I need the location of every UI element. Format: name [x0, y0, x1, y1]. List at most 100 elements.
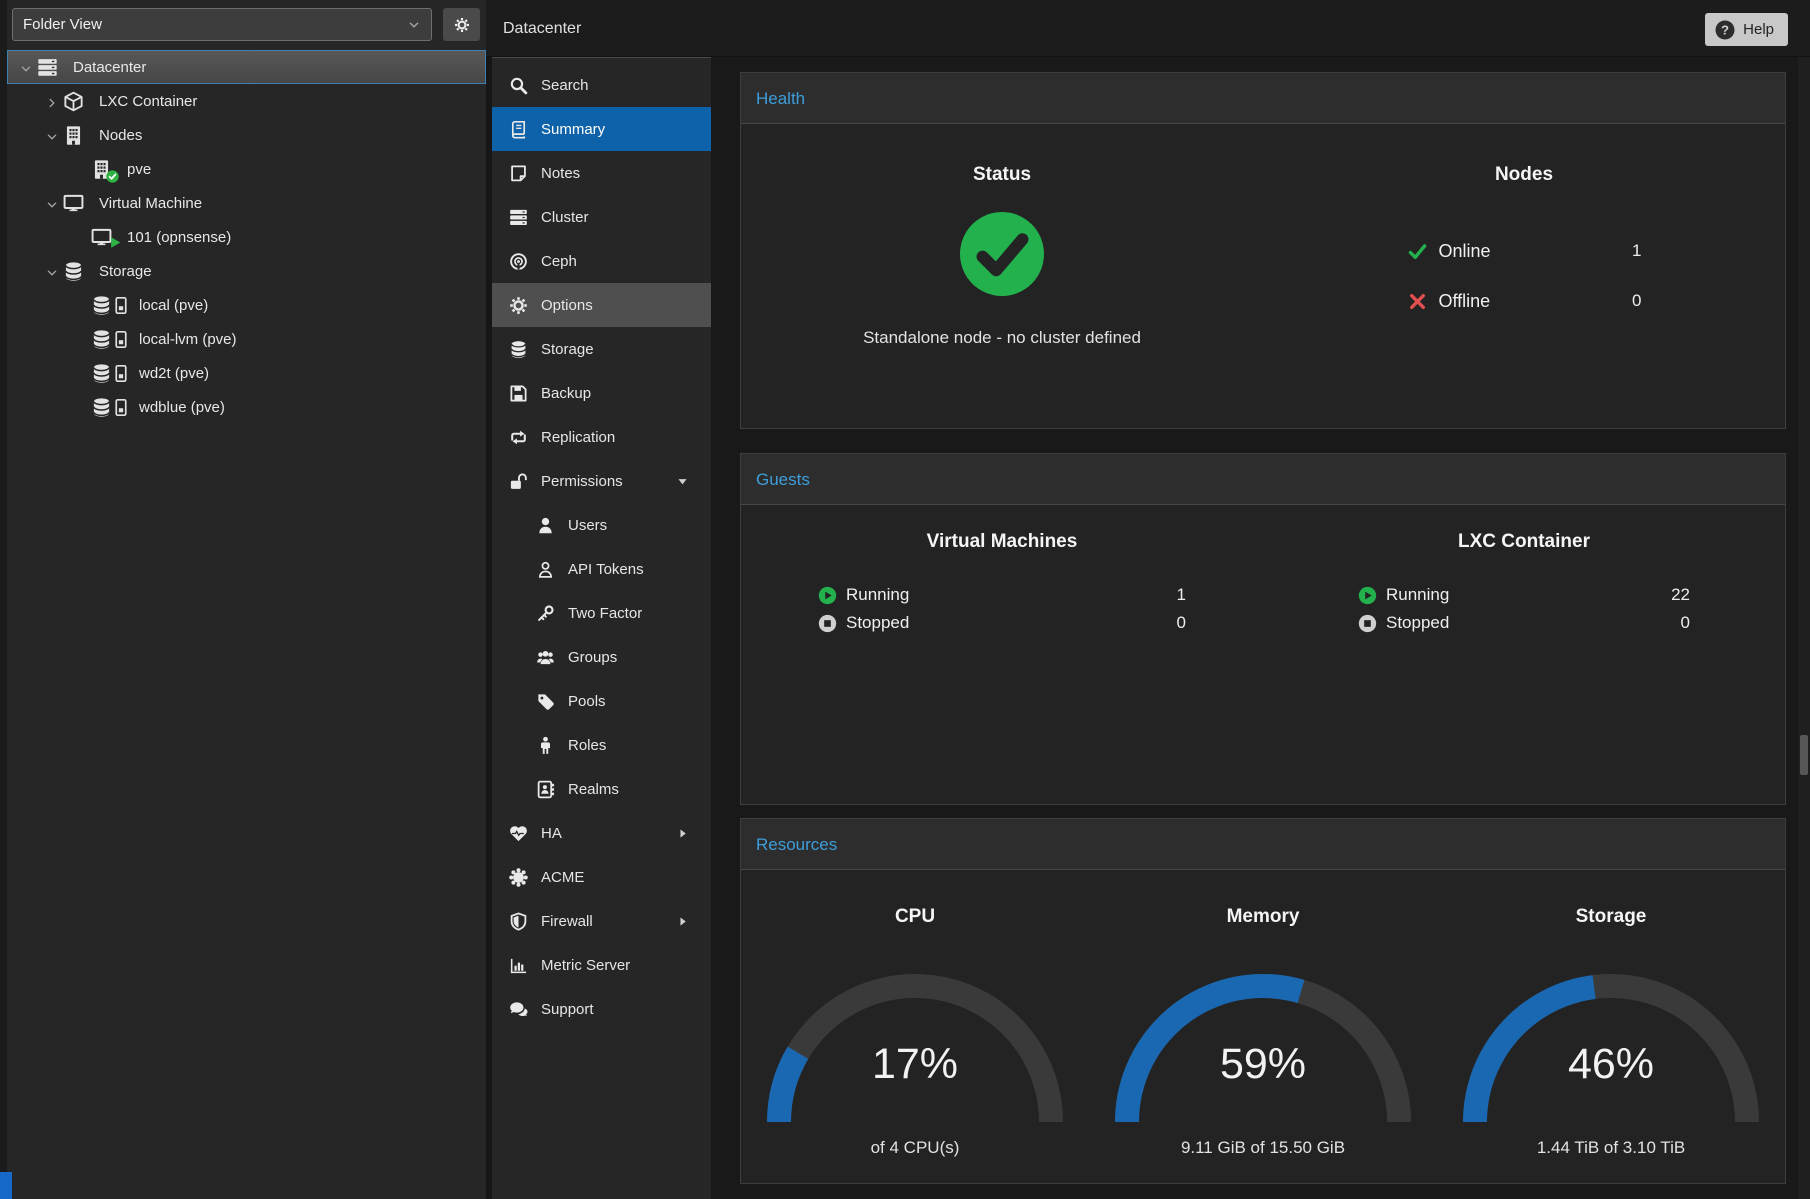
vm-heading: Virtual Machines: [741, 531, 1263, 553]
storage-gauge-column: Storage 46% 1.44 TiB of 3.10 TiB: [1437, 870, 1785, 1183]
retweet-icon: [509, 428, 528, 447]
comments-icon: [509, 1000, 528, 1019]
unlock-icon: [509, 472, 528, 491]
vm-stopped-row: Stopped 0: [818, 609, 1186, 637]
proxmox-app: Folder View Datacenter LXC Container Nod…: [0, 0, 1810, 1199]
nav-item-options[interactable]: Options: [492, 283, 711, 327]
tree-item-datacenter[interactable]: Datacenter: [7, 50, 486, 84]
nav-item-support[interactable]: Support: [492, 987, 711, 1031]
memory-gauge: 59%: [1113, 972, 1413, 1122]
tree-item-label: local-lvm (pve): [139, 331, 237, 348]
vertical-scrollbar[interactable]: [1798, 57, 1810, 1199]
tree-item-storage-wd2t[interactable]: wd2t (pve): [7, 356, 486, 390]
nav-item-search[interactable]: Search: [492, 63, 711, 107]
tree-item-label: Virtual Machine: [99, 195, 202, 212]
nav-item-replication[interactable]: Replication: [492, 415, 711, 459]
triangle-right-icon: [676, 915, 689, 928]
nav-item-groups[interactable]: Groups: [492, 635, 711, 679]
building-icon: [63, 125, 87, 146]
database-icon: [63, 261, 87, 282]
help-button[interactable]: Help: [1705, 13, 1788, 46]
certificate-icon: [509, 868, 528, 887]
desktop-icon: [63, 193, 87, 214]
health-status-column: Status Standalone node - no cluster defi…: [741, 124, 1263, 428]
tree-item-lxc-container[interactable]: LXC Container: [7, 84, 486, 118]
caret-right-icon[interactable]: [45, 94, 63, 109]
nav-item-realms[interactable]: Realms: [492, 767, 711, 811]
resize-corner[interactable]: [0, 1172, 12, 1199]
tree-item-label: wd2t (pve): [139, 365, 209, 382]
nav-item-ceph[interactable]: Ceph: [492, 239, 711, 283]
nav-item-two-factor[interactable]: Two Factor: [492, 591, 711, 635]
play-circle-icon: [818, 586, 837, 605]
memory-caption: 9.11 GiB of 15.50 GiB: [1089, 1138, 1437, 1158]
nav-item-storage[interactable]: Storage: [492, 327, 711, 371]
online-count: 1: [1632, 241, 1641, 261]
nav-item-backup[interactable]: Backup: [492, 371, 711, 415]
cpu-heading: CPU: [741, 906, 1089, 928]
caret-down-icon[interactable]: [19, 60, 37, 75]
nodes-offline-row: Offline 0: [1407, 276, 1642, 326]
nav-item-pools[interactable]: Pools: [492, 679, 711, 723]
health-nodes-column: Nodes Online 1 Offline 0: [1263, 124, 1785, 428]
nav-item-firewall[interactable]: Firewall: [492, 899, 711, 943]
key-icon: [536, 604, 555, 623]
chevron-down-icon: [407, 16, 421, 33]
memory-heading: Memory: [1089, 906, 1437, 928]
tree-item-pve[interactable]: pve: [7, 152, 486, 186]
nav-item-ha[interactable]: HA: [492, 811, 711, 855]
check-icon: [1407, 241, 1428, 262]
tree-item-storage[interactable]: Storage: [7, 254, 486, 288]
server-icon: [37, 57, 61, 78]
tag-icon: [536, 692, 555, 711]
memory-percent: 59%: [1113, 1040, 1413, 1089]
tree-item-storage-local-lvm[interactable]: local-lvm (pve): [7, 322, 486, 356]
nav-item-acme[interactable]: ACME: [492, 855, 711, 899]
tree-item-storage-local[interactable]: local (pve): [7, 288, 486, 322]
server-icon: [509, 208, 528, 227]
nav-item-api-tokens[interactable]: API Tokens: [492, 547, 711, 591]
tree-item-virtual-machine[interactable]: Virtual Machine: [7, 186, 486, 220]
ceph-icon: [509, 252, 528, 271]
nav-item-notes[interactable]: Notes: [492, 151, 711, 195]
storage-icon: [91, 329, 127, 350]
vm-stopped-count: 0: [1177, 613, 1186, 633]
caret-down-icon[interactable]: [45, 196, 63, 211]
user-outline-icon: [536, 560, 555, 579]
storage-heading: Storage: [1437, 906, 1785, 928]
tree-item-label: Datacenter: [73, 59, 146, 76]
top-bar: Datacenter Help: [486, 0, 1810, 57]
nav-item-users[interactable]: Users: [492, 503, 711, 547]
summary-content: Health Status Standalone node - no clust…: [711, 57, 1810, 1199]
caret-down-icon[interactable]: [45, 264, 63, 279]
lxc-heading: LXC Container: [1263, 531, 1785, 553]
storage-percent: 46%: [1461, 1040, 1761, 1089]
nav-item-summary[interactable]: Summary: [492, 107, 711, 151]
panel-edge: [0, 0, 7, 1199]
cpu-caption: of 4 CPU(s): [741, 1138, 1089, 1158]
lxc-stopped-count: 0: [1681, 613, 1690, 633]
vm-running-row: Running 1: [818, 581, 1186, 609]
tree-item-nodes[interactable]: Nodes: [7, 118, 486, 152]
view-mode-value: Folder View: [23, 16, 102, 33]
health-panel-title: Health: [741, 73, 1785, 124]
tree-settings-button[interactable]: [443, 8, 480, 41]
tree-item-storage-wdblue[interactable]: wdblue (pve): [7, 390, 486, 424]
nav-item-roles[interactable]: Roles: [492, 723, 711, 767]
memory-gauge-column: Memory 59% 9.11 GiB of 15.50 GiB: [1089, 870, 1437, 1183]
person-icon: [536, 736, 555, 755]
nav-item-metric-server[interactable]: Metric Server: [492, 943, 711, 987]
search-icon: [509, 76, 528, 95]
nodes-heading: Nodes: [1263, 164, 1785, 186]
node-online-icon: [91, 159, 115, 180]
tree-item-label: LXC Container: [99, 93, 197, 110]
tree-item-vm-101[interactable]: 101 (opnsense): [7, 220, 486, 254]
guests-lxc-column: LXC Container Running 22 Stopped 0: [1263, 505, 1785, 804]
nav-item-cluster[interactable]: Cluster: [492, 195, 711, 239]
nav-item-permissions[interactable]: Permissions: [492, 459, 711, 503]
caret-down-icon[interactable]: [45, 128, 63, 143]
view-mode-select[interactable]: Folder View: [12, 8, 432, 41]
cross-icon: [1407, 291, 1428, 312]
scrollbar-thumb[interactable]: [1800, 735, 1808, 775]
database-icon: [509, 340, 528, 359]
